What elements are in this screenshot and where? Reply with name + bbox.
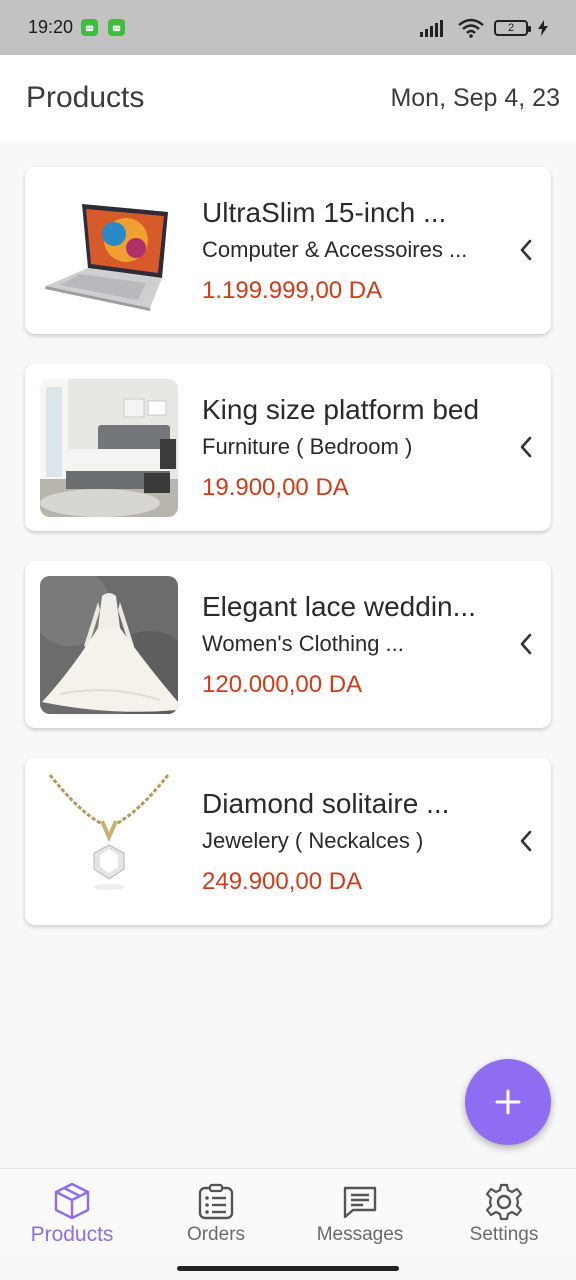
- nav-item-products[interactable]: Products: [0, 1169, 144, 1256]
- nav-label: Products: [30, 1222, 114, 1246]
- add-product-button[interactable]: [465, 1059, 551, 1145]
- nav-label: Settings: [469, 1223, 539, 1245]
- charging-icon: [538, 19, 548, 36]
- page-title: Products: [26, 81, 145, 114]
- nav-label: Messages: [316, 1223, 404, 1245]
- message-icon: [343, 1186, 377, 1218]
- status-bar: 19:20 2: [0, 0, 576, 55]
- product-category: Furniture ( Bedroom ): [202, 433, 413, 459]
- product-category: Women's Clothing ...: [202, 630, 404, 656]
- wedding-dress-image: [40, 575, 178, 714]
- product-image: [40, 772, 178, 911]
- product-price: 19.900,00 DA: [202, 473, 349, 501]
- product-category: Computer & Accessoires ...: [202, 236, 468, 262]
- signal-icon: [420, 19, 443, 37]
- app-header: Products Mon, Sep 4, 23: [0, 55, 576, 141]
- chevron-left-icon: [520, 830, 532, 852]
- box-icon: [54, 1182, 90, 1219]
- home-indicator: [177, 1266, 399, 1271]
- gear-icon: [485, 1183, 523, 1220]
- nav-item-messages[interactable]: Messages: [288, 1169, 432, 1256]
- android-notification-icon: [108, 19, 126, 36]
- product-title: Diamond solitaire ...: [202, 787, 450, 819]
- product-price: 249.900,00 DA: [202, 867, 363, 895]
- product-title: Elegant lace weddin...: [202, 590, 476, 622]
- product-card[interactable]: UltraSlim 15-inch ... Computer & Accesso…: [25, 167, 551, 334]
- status-time: 19:20: [28, 17, 74, 37]
- product-price: 1.199.999,00 DA: [202, 276, 383, 304]
- product-card[interactable]: Elegant lace weddin... Women's Clothing …: [25, 561, 551, 728]
- laptop-image: [40, 181, 178, 320]
- necklace-image: [40, 772, 178, 911]
- nav-item-settings[interactable]: Settings: [432, 1169, 576, 1256]
- bed-image: [40, 378, 178, 517]
- plus-icon: [495, 1089, 521, 1115]
- product-image: [40, 378, 178, 517]
- chevron-left-icon: [520, 436, 532, 458]
- chevron-left-icon: [520, 239, 532, 261]
- nav-label: Orders: [186, 1223, 246, 1245]
- product-title: UltraSlim 15-inch ...: [202, 196, 447, 228]
- product-category: Jewelery ( Neckalces ): [202, 827, 424, 853]
- android-notification-icon: [81, 19, 99, 36]
- chevron-left-icon: [520, 633, 532, 655]
- battery-icon: 2: [494, 19, 531, 36]
- nav-item-orders[interactable]: Orders: [144, 1169, 288, 1256]
- product-title: King size platform bed: [202, 393, 480, 425]
- list-icon: [198, 1183, 234, 1219]
- battery-level: 2: [507, 21, 515, 34]
- bottom-nav: Products Orders Messages Settings: [0, 1168, 576, 1256]
- product-card[interactable]: Diamond solitaire ... Jewelery ( Neckalc…: [25, 758, 551, 925]
- wifi-icon: [458, 18, 484, 38]
- product-card[interactable]: King size platform bed Furniture ( Bedro…: [25, 364, 551, 531]
- product-list: UltraSlim 15-inch ... Computer & Accesso…: [25, 167, 551, 955]
- product-price: 120.000,00 DA: [202, 670, 363, 698]
- product-image: [40, 181, 178, 320]
- product-image: [40, 575, 178, 714]
- header-date: Mon, Sep 4, 23: [390, 83, 560, 112]
